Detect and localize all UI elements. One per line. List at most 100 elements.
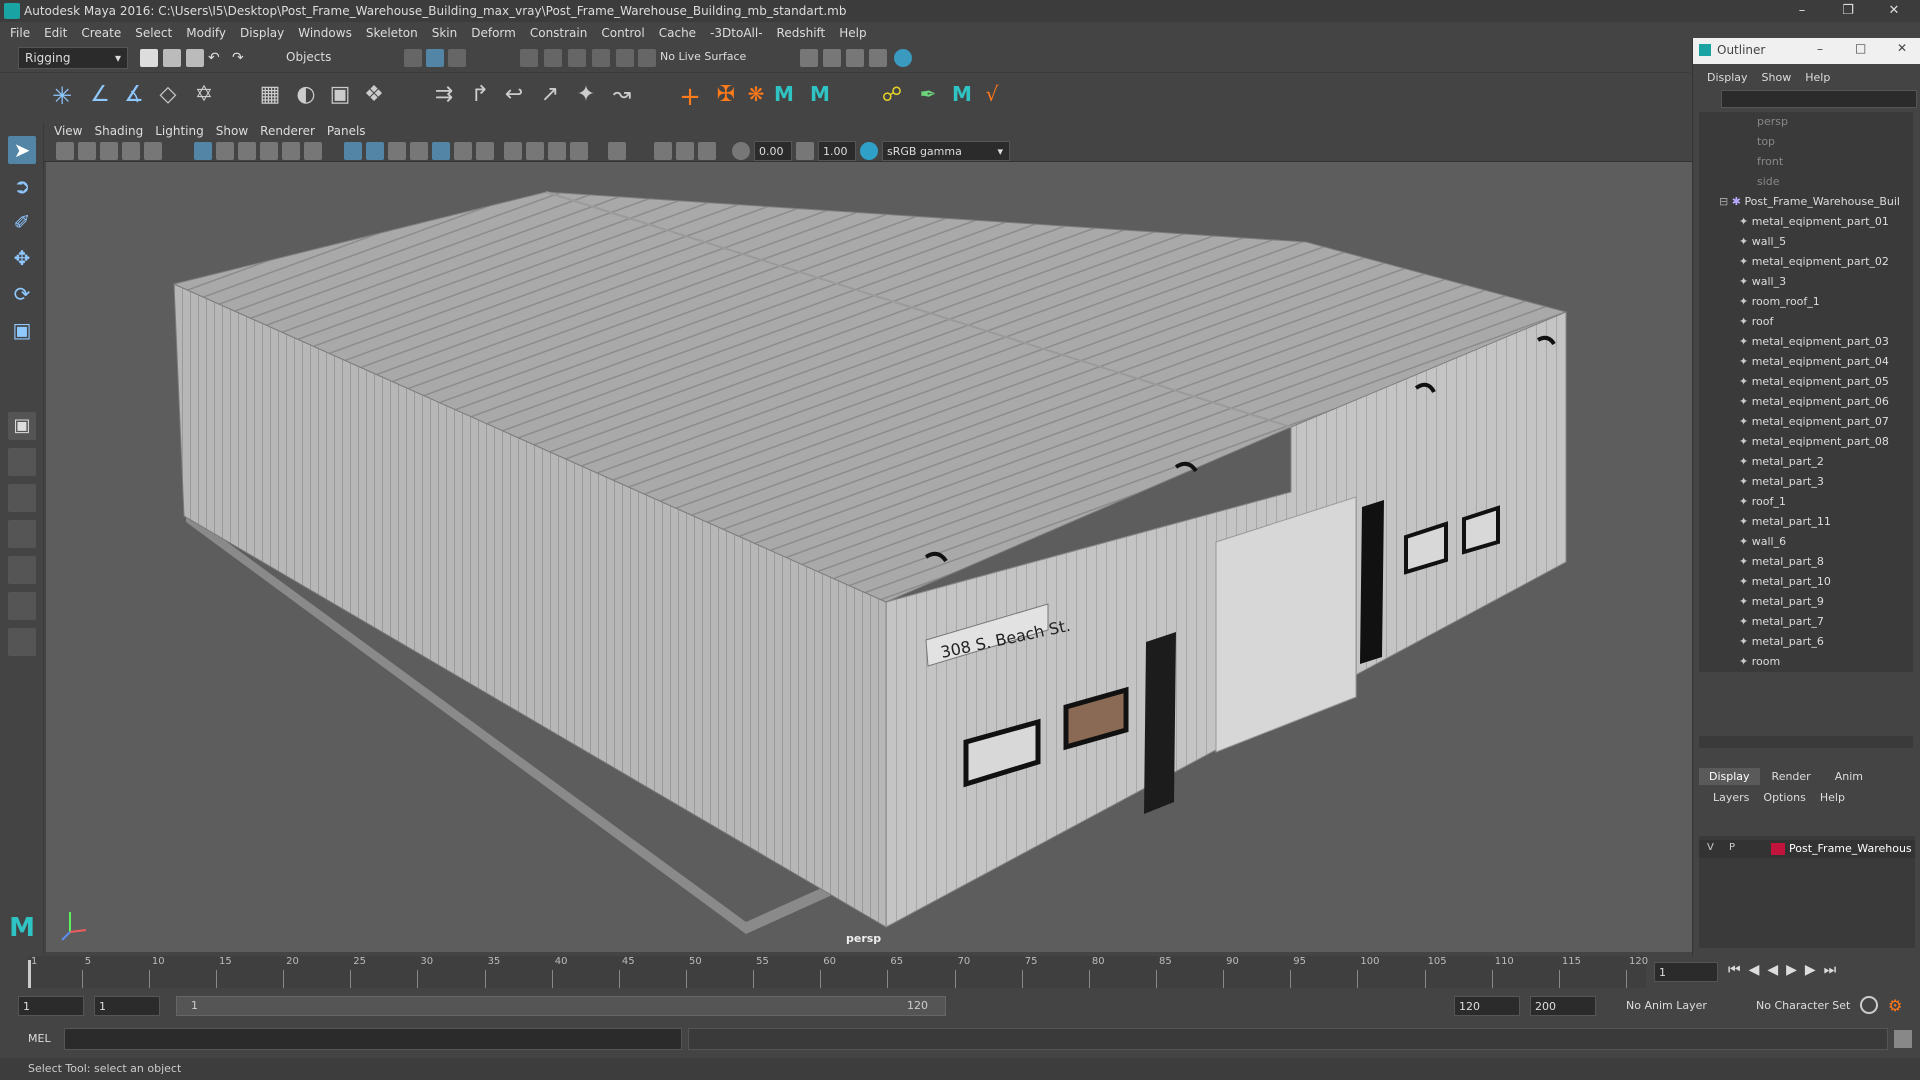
outliner-item[interactable]: ✦ metal_part_3 [1739,472,1824,492]
maya-home-icon[interactable]: M [6,912,38,944]
set-key-icon[interactable]: ✠ [712,82,740,112]
outliner-item[interactable]: ✦ metal_eqipment_part_03 [1739,332,1889,352]
outliner-menu-help[interactable]: Help [1805,71,1830,84]
render-view-icon[interactable] [800,49,818,67]
vp-menu-show[interactable]: Show [216,122,248,140]
outliner-camera-persp[interactable]: persp [1757,112,1788,132]
script-editor-icon[interactable] [1894,1030,1912,1048]
tab-display[interactable]: Display [1699,767,1760,785]
aim-constraint-icon[interactable]: ✦ [572,82,600,112]
perspective-viewport[interactable]: 308 S. Beach St. persp [46,162,1692,952]
layer-visibility[interactable]: V [1707,842,1714,853]
lattice-icon[interactable]: ▣ [326,82,354,112]
gamma-icon[interactable] [796,142,814,160]
outliner-item[interactable]: ✦ metal_part_6 [1739,632,1824,652]
color-space-dropdown[interactable]: sRGB gamma ▾ [882,141,1010,161]
outliner-item[interactable]: ✦ metal_eqipment_part_01 [1739,212,1889,232]
vp-menu-shading[interactable]: Shading [94,122,143,140]
playback-controls[interactable]: ⏮◀◀▶▶⏭ [1728,962,1844,978]
scale-constraint-icon[interactable]: ↗ [536,82,564,112]
outliner-item[interactable]: ✦ metal_part_8 [1739,552,1824,572]
outliner-item[interactable]: ✦ wall_3 [1739,272,1786,292]
open-scene-icon[interactable] [163,49,181,67]
vp-menu-lighting[interactable]: Lighting [155,122,204,140]
menu-modify[interactable]: Modify [186,22,226,44]
wireframe-on-shaded-icon[interactable] [410,142,428,160]
layer-playback[interactable]: P [1729,842,1735,853]
ik-handle-icon[interactable]: ∠ [86,82,114,112]
menu-cache[interactable]: Cache [659,22,696,44]
paint-select-icon[interactable]: ✐ [8,208,36,236]
snap-surface-icon[interactable] [616,49,634,67]
grid-toggle-icon[interactable] [194,142,212,160]
end-frame-field[interactable]: 200 [1530,996,1596,1016]
new-scene-icon[interactable] [140,49,158,67]
bind-skin-icon[interactable]: ▦ [256,82,284,112]
single-view-icon[interactable]: ▣ [8,412,36,440]
checkmark-icon[interactable]: √ [978,82,1006,112]
ik-spline-icon[interactable]: ∡ [120,82,148,112]
orient-joint-icon[interactable]: ✡ [190,82,218,112]
outliner-item[interactable]: ✦ roof [1739,312,1773,332]
save-scene-icon[interactable] [186,49,204,67]
gate-mask-icon[interactable] [260,142,278,160]
menu-skeleton[interactable]: Skeleton [366,22,418,44]
character-set-label[interactable]: No Character Set [1756,999,1850,1012]
outliner-view-icon[interactable] [8,520,36,548]
image-plane-icon[interactable] [122,142,140,160]
field-chart-icon[interactable] [282,142,300,160]
ambient-occlusion-icon[interactable] [504,142,522,160]
render-settings-icon[interactable] [869,49,887,67]
menu-deform[interactable]: Deform [471,22,516,44]
vp-menu-panels[interactable]: Panels [327,122,366,140]
tab-render[interactable]: Render [1760,768,1823,785]
tab-anim[interactable]: Anim [1823,768,1875,785]
anti-aliasing-icon[interactable] [548,142,566,160]
select-hierarchy-icon[interactable] [404,49,422,67]
anim-layer-label[interactable]: No Anim Layer [1626,999,1707,1012]
close-icon[interactable]: ✕ [1897,41,1907,55]
range-bar[interactable]: 1 120 [176,996,946,1016]
cluster-icon[interactable]: ❖ [360,82,388,112]
snap-view-icon[interactable] [592,49,610,67]
outliner-item[interactable]: ✦ room [1739,652,1780,672]
outliner-camera-side[interactable]: side [1757,172,1780,192]
playback-end-field[interactable]: 120 [1454,996,1520,1016]
outliner-camera-top[interactable]: top [1757,132,1775,152]
outliner-item[interactable]: ✦ metal_eqipment_part_02 [1739,252,1889,272]
bookmark-icon[interactable] [100,142,118,160]
menu-display[interactable]: Display [240,22,284,44]
layer-row[interactable]: V P Post_Frame_Warehous [1699,840,1915,858]
xray-icon[interactable] [654,142,672,160]
isolate-select-icon[interactable] [608,142,626,160]
outliner-item[interactable]: ✦ metal_eqipment_part_07 [1739,412,1889,432]
menu-windows[interactable]: Windows [298,22,352,44]
outliner-item[interactable]: ✦ room_roof_1 [1739,292,1820,312]
layer-color-swatch[interactable] [1771,843,1785,855]
close-button[interactable]: ✕ [1872,0,1916,22]
mirror-joint-icon[interactable]: ◇ [154,82,182,112]
outliner-search-input[interactable] [1721,90,1917,108]
outliner-item[interactable]: ✦ wall_6 [1739,532,1786,552]
vp-menu-view[interactable]: View [54,122,82,140]
outliner-item[interactable]: ✦ metal_part_11 [1739,512,1831,532]
graph-view-icon[interactable] [8,556,36,584]
redo-icon[interactable]: ↷ [232,49,250,67]
layer-menu-layers[interactable]: Layers [1713,791,1749,804]
select-tool-icon[interactable]: ➤ [8,136,36,164]
textured-icon[interactable] [432,142,450,160]
safe-action-icon[interactable] [304,142,322,160]
point-constraint-icon[interactable]: ↱ [466,82,494,112]
orient-constraint-icon[interactable]: ↩ [500,82,528,112]
color-management-icon[interactable] [860,142,878,160]
move-tool-icon[interactable]: ✥ [8,244,36,272]
auto-key-icon[interactable] [1860,996,1878,1014]
menu-create[interactable]: Create [81,22,121,44]
four-view-icon[interactable] [8,448,36,476]
menu-constrain[interactable]: Constrain [530,22,588,44]
maximize-icon[interactable]: □ [1855,41,1866,55]
paint-skin-icon[interactable]: ✒ [914,82,942,112]
exposure-field[interactable]: 0.00 [754,141,792,161]
time-slider[interactable]: 1 5 10 15 20 25 30 35 40 45 50 55 60 65 70 75 80 85 90 95 10… [0,956,1920,992]
menu-redshift[interactable]: Redshift [777,22,826,44]
